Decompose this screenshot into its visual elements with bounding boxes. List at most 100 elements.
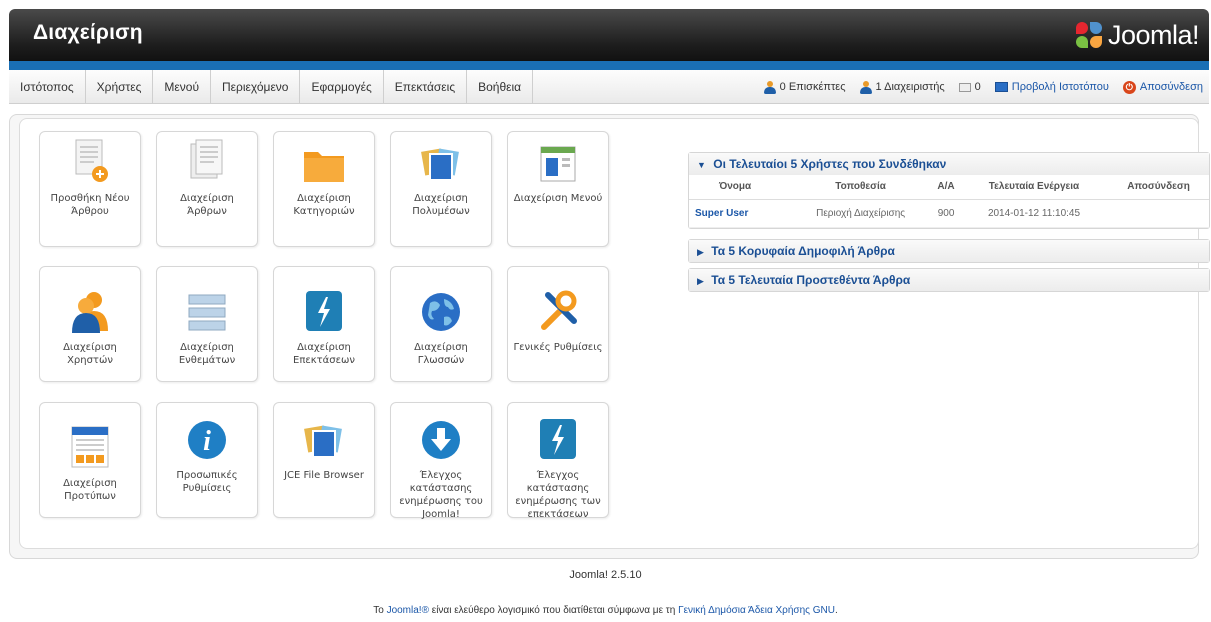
- latest-articles-header[interactable]: ▶ Τα 5 Τελευταία Προστεθέντα Άρθρα: [689, 269, 1209, 291]
- quickicon-label: Διαχείριση Άρθρων: [180, 193, 234, 217]
- quickicon-label: Διαχείριση Επεκτάσεων: [293, 342, 355, 366]
- quickicon-label: Διαχείριση Γλωσσών: [414, 342, 468, 366]
- visitors-status: 0 Επισκέπτες: [763, 80, 846, 94]
- quickicon-label: Διαχείριση Κατηγοριών: [293, 193, 355, 217]
- admins-status: 1 Διαχειριστής: [859, 80, 945, 94]
- joomla-logo[interactable]: Joomla!: [1074, 19, 1200, 51]
- lightning-icon: [540, 419, 576, 459]
- joomla-link[interactable]: Joomla!®: [387, 605, 429, 616]
- popular-articles-header[interactable]: ▶ Τα 5 Κορυφαία Δημοφιλή Άρθρα: [689, 240, 1209, 262]
- user-location: Περιοχή Διαχείρισης: [789, 199, 933, 228]
- quickicon-label: Προσωπικές Ρυθμίσεις: [176, 470, 238, 494]
- user-logout: [1108, 199, 1209, 228]
- quickicon-categories[interactable]: Διαχείριση Κατηγοριών: [273, 131, 375, 247]
- logged-users-header[interactable]: ▼ Οι Τελευταίοι 5 Χρήστες που Συνδέθηκαν: [689, 153, 1209, 175]
- globe-icon: [422, 293, 460, 331]
- latest-articles-title: Τα 5 Τελευταία Προστεθέντα Άρθρα: [711, 273, 911, 287]
- joomla-logo-icon: [1074, 20, 1104, 50]
- logged-users-title: Οι Τελευταίοι 5 Χρήστες που Συνδέθηκαν: [713, 157, 947, 171]
- quickicon-media[interactable]: Διαχείριση Πολυμέσων: [390, 131, 492, 247]
- collapsed-arrow-icon: ▶: [697, 247, 704, 257]
- status-bar: 0 Επισκέπτες 1 Διαχειριστής 0 Προβολή Ισ…: [763, 70, 1203, 104]
- quickicon-languages[interactable]: Διαχείριση Γλωσσών: [390, 266, 492, 382]
- quickicon-user-profile[interactable]: i Προσωπικές Ρυθμίσεις: [156, 402, 258, 518]
- add-article-icon: [75, 139, 108, 182]
- version-footer: Joomla! 2.5.10: [569, 569, 642, 581]
- quickicon-label: Διαχείριση Ενθεμάτων: [178, 342, 236, 366]
- quickicon-extensions[interactable]: Διαχείριση Επεκτάσεων: [273, 266, 375, 382]
- main-menu-bar: Ιστότοπος Χρήστες Μενού Περιεχόμενο Εφαρ…: [9, 70, 1209, 104]
- col-last-activity: Τελευταία Ενέργεια: [959, 175, 1109, 200]
- menu-item-extensions[interactable]: Επεκτάσεις: [384, 70, 468, 104]
- view-site-label: Προβολή Ιστοτόπου: [1011, 81, 1109, 93]
- messages-status[interactable]: 0: [958, 81, 981, 93]
- media-icon: [421, 148, 459, 181]
- quickicon-label: Γενικές Ρυθμίσεις: [513, 342, 603, 353]
- col-location: Τοποθεσία: [789, 175, 933, 200]
- menu-icon: [540, 146, 576, 182]
- license-text: είναι ελεύθερο λογισμικό που διατίθεται …: [428, 605, 679, 616]
- gnu-license-link[interactable]: Γενική Δημόσια Άδεια Χρήσης GNU: [678, 605, 835, 616]
- col-logout: Αποσύνδεση: [1108, 175, 1209, 200]
- screen-icon: [994, 82, 1008, 92]
- quickicon-label: Διαχείριση Χρηστών: [63, 342, 117, 366]
- logged-users-table: Όνομα Τοποθεσία Α/Α Τελευταία Ενέργεια Α…: [689, 175, 1209, 228]
- logo-text: Joomla!: [1107, 19, 1200, 50]
- license-text: .: [835, 605, 838, 616]
- table-row: Super User Περιοχή Διαχείρισης 900 2014-…: [689, 199, 1209, 228]
- menu-item-users[interactable]: Χρήστες: [86, 70, 154, 104]
- accent-bar: [9, 61, 1209, 70]
- menu-item-content[interactable]: Περιεχόμενο: [211, 70, 301, 104]
- logout-label: Αποσύνδεση: [1139, 81, 1203, 93]
- quickicon-templates[interactable]: Διαχείριση Προτύπων: [39, 402, 141, 518]
- quickicon-label: Διαχείριση Πολυμέσων: [412, 193, 470, 217]
- quickicon-label: Διαχείριση Μενού: [513, 193, 603, 204]
- quickicon-menus[interactable]: Διαχείριση Μενού: [507, 131, 609, 247]
- power-icon: ⏻: [1122, 80, 1136, 94]
- logged-users-module: ▼ Οι Τελευταίοι 5 Χρήστες που Συνδέθηκαν…: [688, 152, 1210, 229]
- user-icon: [763, 80, 776, 94]
- user-last-activity: 2014-01-12 11:10:45: [959, 199, 1109, 228]
- quickicon-jce-file-browser[interactable]: JCE File Browser: [273, 402, 375, 518]
- menu-item-help[interactable]: Βοήθεια: [467, 70, 534, 104]
- menu-item-menus[interactable]: Μενού: [153, 70, 212, 104]
- quickicon-global-config[interactable]: Γενικές Ρυθμίσεις: [507, 266, 609, 382]
- quickicon-add-article[interactable]: Προσθήκη Νέου Άρθρου: [39, 131, 141, 247]
- quickicon-articles[interactable]: Διαχείριση Άρθρων: [156, 131, 258, 247]
- control-panel-inner: Προσθήκη Νέου Άρθρου Διαχείριση Άρθρων Δ…: [19, 118, 1210, 549]
- quickicon-extensions-update[interactable]: Έλεγχος κατάστασης ενημέρωσης των επεκτά…: [507, 402, 609, 520]
- quickicon-label: Διαχείριση Προτύπων: [63, 478, 117, 502]
- quickicon-users[interactable]: Διαχείριση Χρηστών: [39, 266, 141, 382]
- svg-text:i: i: [203, 426, 211, 457]
- table-header-row: Όνομα Τοποθεσία Α/Α Τελευταία Ενέργεια Α…: [689, 175, 1209, 200]
- quickicon-joomla-update[interactable]: Έλεγχος κατάστασης ενημέρωσης του Joomla…: [390, 402, 492, 520]
- visitors-count: 0 Επισκέπτες: [779, 81, 846, 93]
- collapsed-arrow-icon: ▶: [697, 276, 704, 286]
- main-menu: Ιστότοπος Χρήστες Μενού Περιεχόμενο Εφαρ…: [9, 70, 534, 104]
- extensions-icon: [306, 291, 342, 331]
- download-icon: [422, 421, 460, 459]
- popular-articles-title: Τα 5 Κορυφαία Δημοφιλή Άρθρα: [711, 244, 895, 258]
- admin-header: Διαχείριση Joomla!: [9, 9, 1209, 61]
- info-icon: i: [188, 421, 226, 459]
- control-panel: Προσθήκη Νέου Άρθρου Διαχείριση Άρθρων Δ…: [9, 114, 1210, 559]
- messages-count: 0: [974, 81, 981, 93]
- logout-link[interactable]: ⏻ Αποσύνδεση: [1122, 80, 1203, 94]
- menu-item-components[interactable]: Εφαρμογές: [300, 70, 384, 104]
- user-name-link[interactable]: Super User: [689, 199, 790, 228]
- view-site-link[interactable]: Προβολή Ιστοτόπου: [994, 81, 1109, 93]
- page-title: Διαχείριση: [33, 21, 143, 44]
- latest-articles-module[interactable]: ▶ Τα 5 Τελευταία Προστεθέντα Άρθρα: [688, 268, 1210, 292]
- folder-icon: [304, 152, 344, 182]
- tools-icon: [541, 290, 577, 330]
- admin-user-icon: [859, 80, 872, 94]
- quickicon-label: JCE File Browser: [284, 470, 364, 481]
- popular-articles-module[interactable]: ▶ Τα 5 Κορυφαία Δημοφιλή Άρθρα: [688, 239, 1210, 263]
- menu-item-site[interactable]: Ιστότοπος: [9, 70, 86, 104]
- quickicon-modules[interactable]: Διαχείριση Ενθεμάτων: [156, 266, 258, 382]
- quickicon-label: Έλεγχος κατάστασης ενημέρωσης των επεκτά…: [515, 470, 601, 520]
- quickicon-label: Προσθήκη Νέου Άρθρου: [50, 193, 130, 217]
- col-name: Όνομα: [689, 175, 790, 200]
- articles-icon: [190, 139, 223, 179]
- license-footer: Το Joomla!® είναι ελεύθερο λογισμικό που…: [0, 605, 1211, 616]
